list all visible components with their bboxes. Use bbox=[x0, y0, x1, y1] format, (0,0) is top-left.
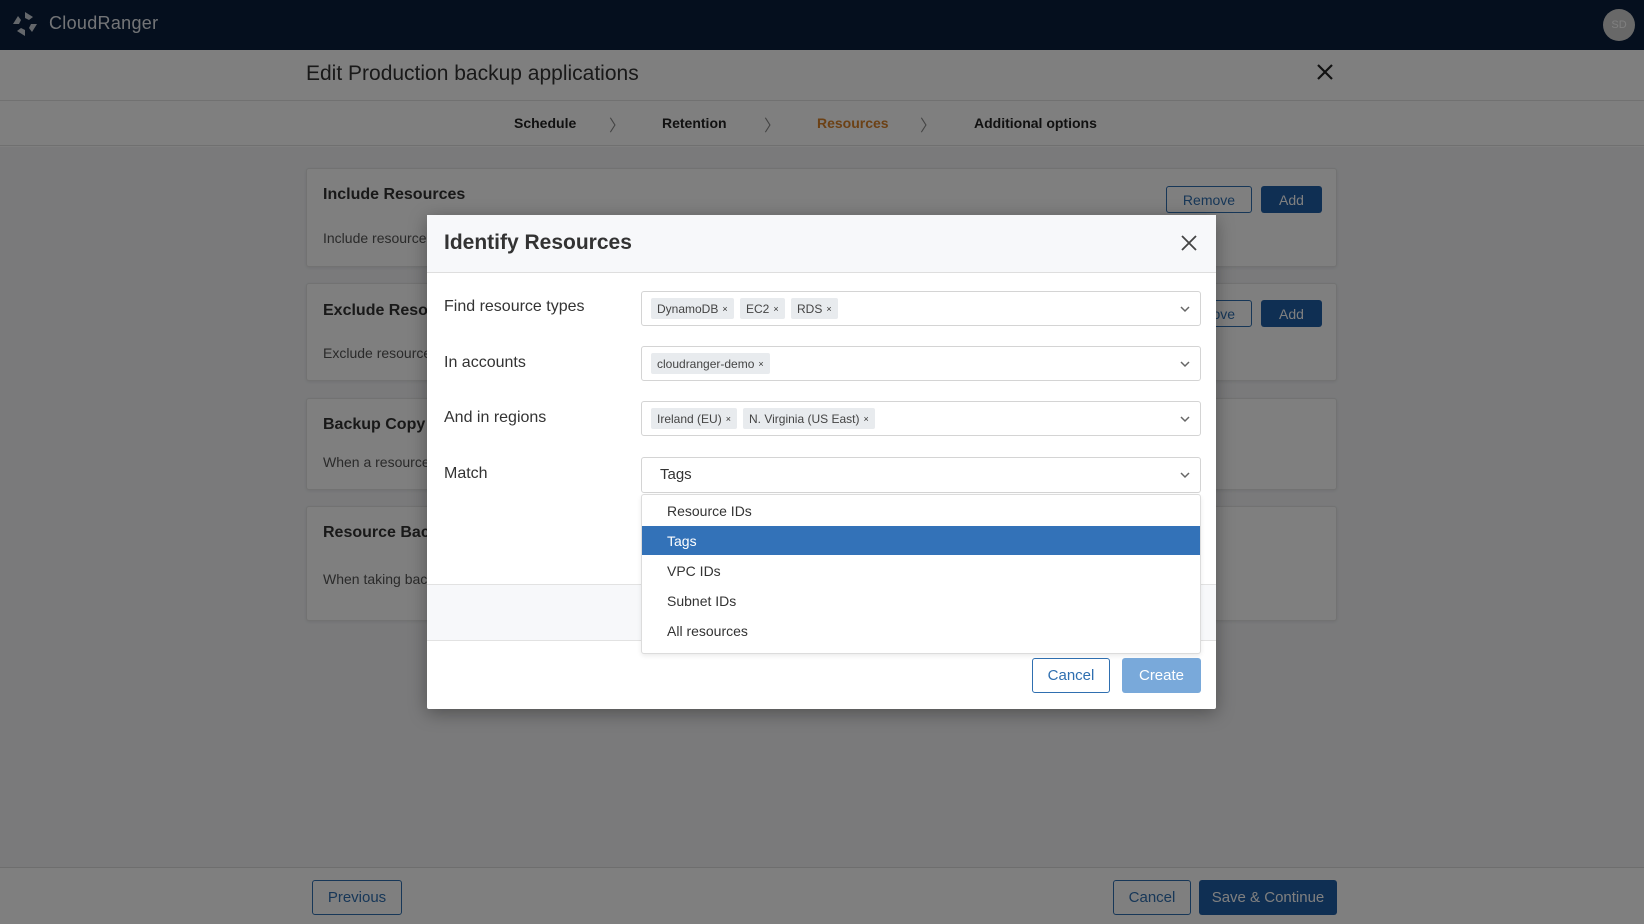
chip-rds: RDS × bbox=[791, 298, 838, 319]
chip-label: EC2 bbox=[746, 301, 770, 316]
chip-label: Ireland (EU) bbox=[657, 411, 722, 426]
modal-title: Identify Resources bbox=[444, 231, 632, 254]
resource-types-multiselect[interactable]: DynamoDB × EC2 × RDS × bbox=[641, 291, 1201, 326]
option-resource-ids[interactable]: Resource IDs bbox=[642, 496, 1200, 525]
chip-label: cloudranger-demo bbox=[657, 356, 755, 371]
match-label: Match bbox=[444, 465, 488, 482]
chip-remove-icon[interactable]: × bbox=[863, 414, 868, 424]
option-vpc-ids[interactable]: VPC IDs bbox=[642, 556, 1200, 585]
option-subnet-ids[interactable]: Subnet IDs bbox=[642, 586, 1200, 615]
close-icon bbox=[1181, 235, 1197, 251]
chevron-down-icon bbox=[1180, 472, 1190, 479]
chevron-down-icon bbox=[1180, 306, 1190, 313]
chevron-down-icon bbox=[1180, 361, 1190, 368]
chip-remove-icon[interactable]: × bbox=[758, 359, 763, 369]
accounts-multiselect[interactable]: cloudranger-demo × bbox=[641, 346, 1201, 381]
modal-cancel-button[interactable]: Cancel bbox=[1032, 658, 1110, 693]
match-selected-value: Tags bbox=[660, 466, 692, 483]
chevron-down-icon bbox=[1180, 416, 1190, 423]
chip-label: DynamoDB bbox=[657, 301, 719, 316]
option-tags[interactable]: Tags bbox=[642, 526, 1200, 555]
modal-create-button[interactable]: Create bbox=[1122, 658, 1201, 693]
chip-ec2: EC2 × bbox=[740, 298, 785, 319]
chip-remove-icon[interactable]: × bbox=[726, 414, 731, 424]
chip-remove-icon[interactable]: × bbox=[722, 304, 727, 314]
chip-label: N. Virginia (US East) bbox=[749, 411, 860, 426]
chip-remove-icon[interactable]: × bbox=[773, 304, 778, 314]
chip-n-virginia-us-east: N. Virginia (US East) × bbox=[743, 408, 875, 429]
match-select[interactable]: Tags bbox=[641, 457, 1201, 493]
option-all-resources[interactable]: All resources bbox=[642, 616, 1200, 645]
resource-types-label: Find resource types bbox=[444, 298, 585, 315]
regions-label: And in regions bbox=[444, 409, 547, 426]
match-options-dropdown: Resource IDs Tags VPC IDs Subnet IDs All… bbox=[641, 494, 1201, 654]
identify-resources-modal: Identify Resources Find resource types D… bbox=[427, 215, 1216, 709]
modal-close-button[interactable] bbox=[1178, 232, 1200, 254]
chip-label: RDS bbox=[797, 301, 823, 316]
regions-multiselect[interactable]: Ireland (EU) × N. Virginia (US East) × bbox=[641, 401, 1201, 436]
chip-dynamodb: DynamoDB × bbox=[651, 298, 734, 319]
chip-ireland-eu: Ireland (EU) × bbox=[651, 408, 737, 429]
chip-remove-icon[interactable]: × bbox=[826, 304, 831, 314]
modal-header: Identify Resources bbox=[427, 215, 1216, 273]
accounts-label: In accounts bbox=[444, 354, 526, 371]
chip-cloudranger-demo: cloudranger-demo × bbox=[651, 353, 770, 374]
